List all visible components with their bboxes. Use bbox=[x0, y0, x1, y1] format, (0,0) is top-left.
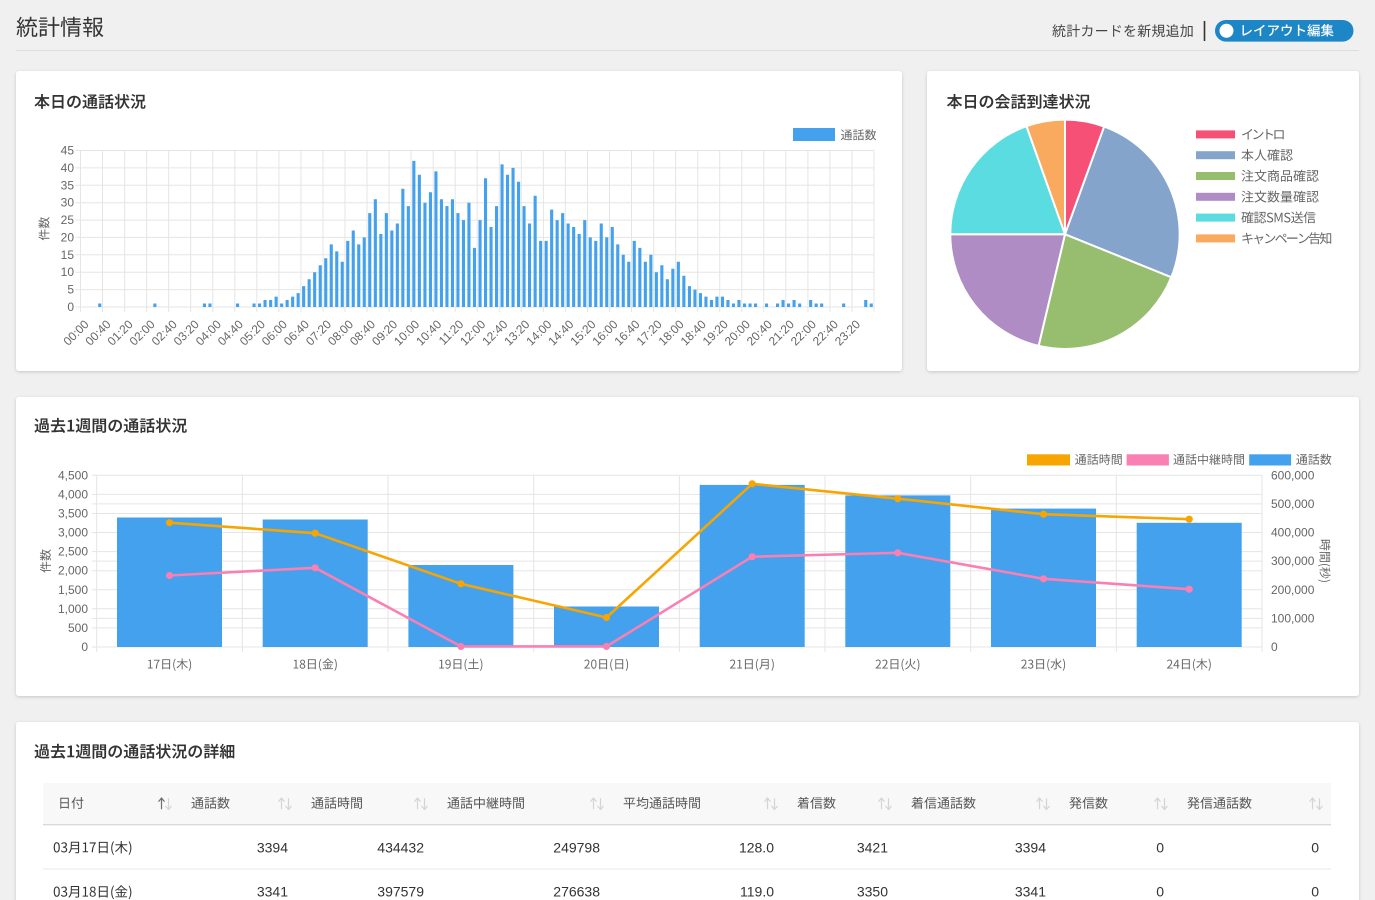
svg-text:10: 10 bbox=[61, 265, 75, 279]
svg-text:0: 0 bbox=[1311, 884, 1319, 900]
svg-text:45: 45 bbox=[61, 144, 75, 158]
svg-text:3421: 3421 bbox=[857, 839, 888, 855]
svg-text:2,500: 2,500 bbox=[58, 545, 88, 559]
svg-text:0: 0 bbox=[1156, 884, 1164, 900]
svg-text:249798: 249798 bbox=[553, 839, 600, 855]
svg-text:300,000: 300,000 bbox=[1271, 554, 1315, 568]
svg-text:3,500: 3,500 bbox=[58, 507, 88, 521]
svg-text:0: 0 bbox=[1156, 839, 1164, 855]
svg-text:35: 35 bbox=[61, 178, 75, 192]
svg-text:3350: 3350 bbox=[857, 884, 888, 900]
svg-text:3341: 3341 bbox=[257, 884, 288, 900]
svg-text:20: 20 bbox=[61, 230, 75, 244]
svg-text:500: 500 bbox=[68, 621, 88, 635]
svg-text:25: 25 bbox=[61, 213, 75, 227]
svg-text:400,000: 400,000 bbox=[1271, 526, 1315, 540]
svg-text:0: 0 bbox=[67, 300, 74, 314]
svg-text:600,000: 600,000 bbox=[1271, 468, 1315, 482]
svg-text:0: 0 bbox=[1271, 640, 1278, 654]
svg-text:1,500: 1,500 bbox=[58, 583, 88, 597]
svg-text:0: 0 bbox=[81, 640, 88, 654]
svg-text:434432: 434432 bbox=[377, 839, 424, 855]
svg-text:15: 15 bbox=[61, 248, 75, 262]
svg-text:500,000: 500,000 bbox=[1271, 497, 1315, 511]
svg-text:2,000: 2,000 bbox=[58, 564, 88, 578]
svg-text:5: 5 bbox=[67, 283, 74, 297]
svg-text:4,000: 4,000 bbox=[58, 487, 88, 501]
svg-text:3394: 3394 bbox=[1015, 839, 1046, 855]
svg-text:200,000: 200,000 bbox=[1271, 583, 1315, 597]
svg-text:276638: 276638 bbox=[553, 884, 600, 900]
svg-text:3,000: 3,000 bbox=[58, 526, 88, 540]
svg-text:119.0: 119.0 bbox=[740, 884, 774, 900]
svg-text:4,500: 4,500 bbox=[58, 468, 88, 482]
svg-text:3394: 3394 bbox=[257, 839, 288, 855]
svg-text:100,000: 100,000 bbox=[1271, 611, 1315, 625]
svg-text:1,000: 1,000 bbox=[58, 602, 88, 616]
svg-text:30: 30 bbox=[61, 196, 75, 210]
svg-text:397579: 397579 bbox=[377, 884, 424, 900]
svg-text:0: 0 bbox=[1311, 839, 1319, 855]
svg-text:3341: 3341 bbox=[1015, 884, 1046, 900]
svg-text:128.0: 128.0 bbox=[739, 839, 774, 855]
svg-text:40: 40 bbox=[61, 161, 75, 175]
